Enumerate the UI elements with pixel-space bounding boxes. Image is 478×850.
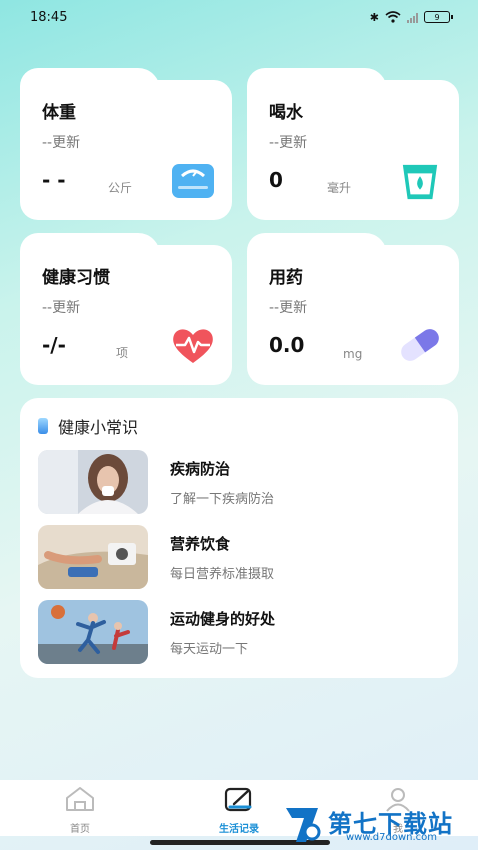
item-title: 营养饮食 bbox=[170, 535, 231, 553]
knowledge-item-disease[interactable]: 疾病防治 了解一下疾病防治 bbox=[38, 450, 448, 514]
tab-home[interactable]: 首页 bbox=[40, 786, 120, 835]
knowledge-item-nutrition[interactable]: 营养饮食 每日营养标准摄取 bbox=[38, 525, 448, 589]
heart-pulse-icon bbox=[173, 329, 213, 363]
tab-records[interactable]: 生活记录 bbox=[199, 786, 279, 835]
scale-icon bbox=[172, 164, 214, 198]
card-unit: 公斤 bbox=[108, 181, 133, 195]
card-value: 0.0 bbox=[269, 333, 305, 357]
card-value: -/- bbox=[42, 333, 66, 357]
bluetooth-icon: ✱ bbox=[369, 10, 379, 24]
section-header: 健康小常识 bbox=[38, 414, 138, 438]
medicine-card[interactable]: 用药 --更新 0.0 mg bbox=[247, 233, 459, 385]
card-title: 喝水 bbox=[269, 103, 303, 123]
exercise-thumbnail-image bbox=[38, 600, 148, 664]
item-title: 运动健身的好处 bbox=[170, 610, 276, 628]
card-updated: --更新 bbox=[42, 135, 81, 151]
section-title: 健康小常识 bbox=[58, 418, 139, 437]
section-marker-icon bbox=[38, 418, 48, 434]
watermark-logo-icon bbox=[286, 808, 321, 842]
signal-icon bbox=[407, 12, 418, 23]
card-title: 健康习惯 bbox=[42, 268, 110, 288]
item-desc: 每日营养标准摄取 bbox=[170, 567, 275, 582]
home-icon bbox=[66, 787, 94, 811]
watermark: 第七下载站 www.d7down.com bbox=[282, 798, 478, 850]
status-icons: ✱ 9 bbox=[369, 10, 453, 24]
card-updated: --更新 bbox=[42, 300, 81, 316]
battery-icon: 9 bbox=[424, 11, 453, 23]
tab-label: 生活记录 bbox=[219, 824, 259, 835]
card-title: 用药 bbox=[269, 268, 303, 288]
status-time: 18:45 bbox=[30, 9, 68, 25]
card-updated: --更新 bbox=[269, 135, 308, 151]
card-value: 0 bbox=[269, 168, 283, 192]
wifi-icon bbox=[385, 11, 401, 23]
card-unit: mg bbox=[343, 347, 363, 361]
card-unit: 毫升 bbox=[327, 181, 352, 195]
pill-icon bbox=[401, 329, 439, 361]
tab-label: 首页 bbox=[70, 824, 90, 835]
item-desc: 了解一下疾病防治 bbox=[170, 492, 275, 507]
card-value: - - bbox=[42, 168, 66, 192]
item-title: 疾病防治 bbox=[170, 460, 231, 478]
status-bar: 18:45 ✱ 9 bbox=[0, 0, 478, 34]
habit-card[interactable]: 健康习惯 --更新 -/- 项 bbox=[20, 233, 232, 385]
weight-card[interactable]: 体重 --更新 - - 公斤 bbox=[20, 68, 232, 220]
card-unit: 项 bbox=[116, 346, 129, 360]
battery-level: 9 bbox=[434, 12, 440, 22]
watermark-url: www.d7down.com bbox=[346, 832, 438, 843]
notebook-pen-icon bbox=[224, 787, 252, 812]
water-cup-icon bbox=[402, 164, 438, 200]
item-desc: 每天运动一下 bbox=[170, 642, 249, 657]
health-knowledge-section: 健康小常识 疾病防治 了解一下疾病防治 营养饮食 每日营养标准摄取 运动健身的好… bbox=[20, 398, 458, 678]
nutrition-thumbnail-image bbox=[38, 525, 148, 589]
card-updated: --更新 bbox=[269, 300, 308, 316]
disease-thumbnail-image bbox=[38, 450, 148, 514]
knowledge-item-exercise[interactable]: 运动健身的好处 每天运动一下 bbox=[38, 600, 448, 664]
card-title: 体重 bbox=[42, 103, 76, 123]
water-card[interactable]: 喝水 --更新 0 毫升 bbox=[247, 68, 459, 220]
